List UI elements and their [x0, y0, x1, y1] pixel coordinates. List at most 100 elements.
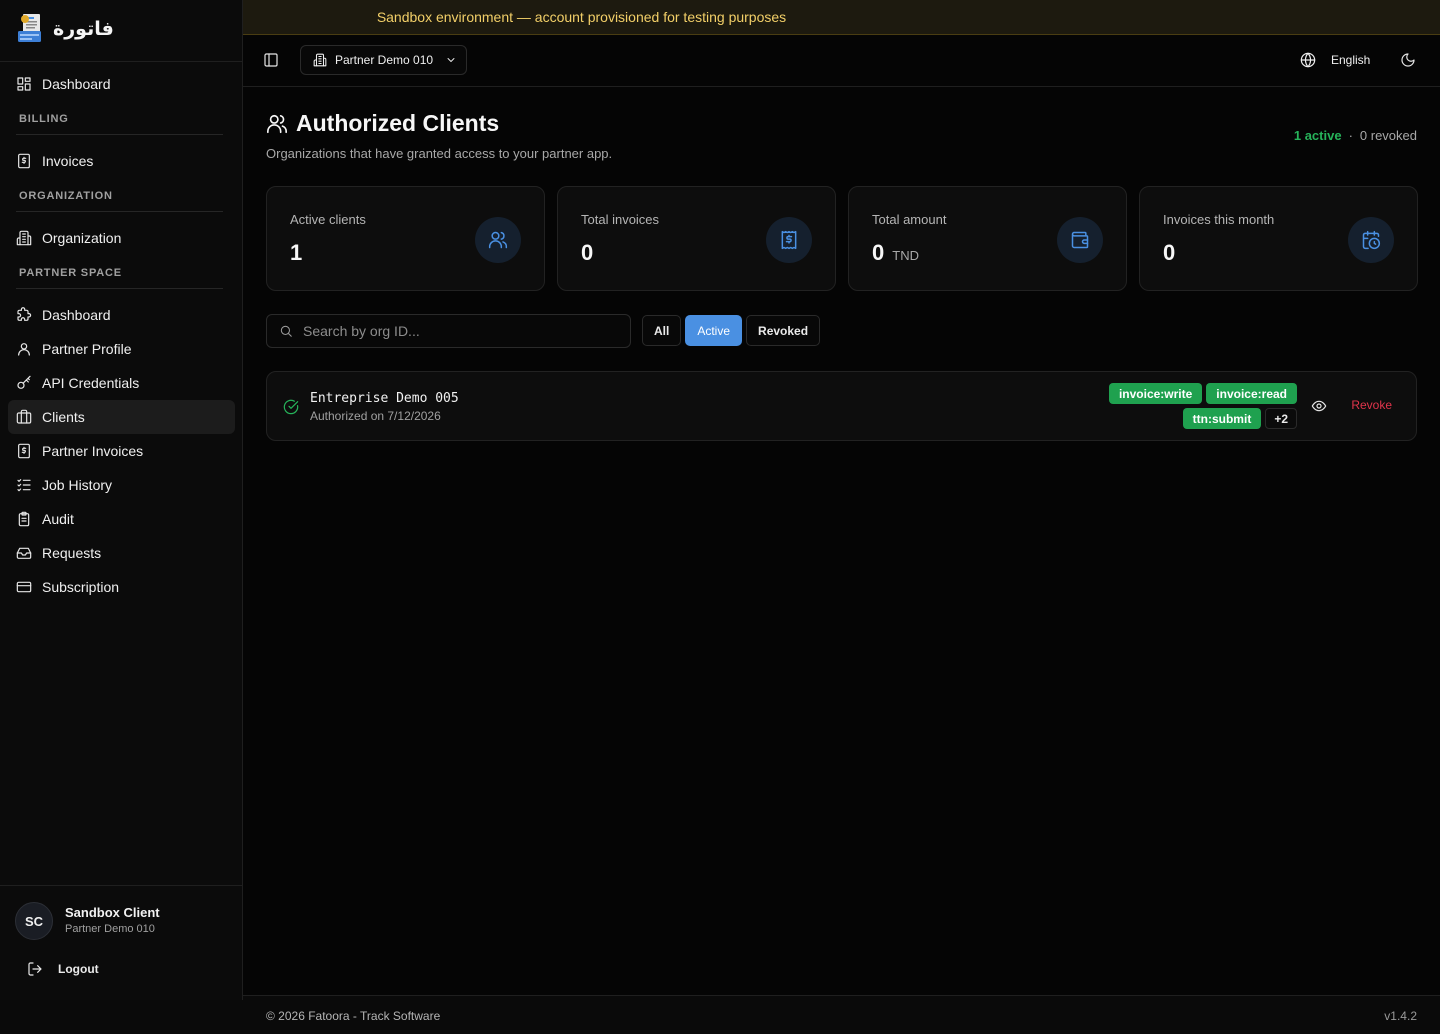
scope-tag: ttn:submit: [1182, 408, 1262, 429]
sidebar-section-partner-space: PARTNER SPACE: [8, 255, 235, 298]
sidebar-item-invoices[interactable]: Invoices: [8, 144, 235, 178]
page-subtitle: Organizations that have granted access t…: [266, 146, 613, 161]
sidebar-item-label: Dashboard: [42, 307, 111, 323]
stat-value: 0: [1163, 240, 1175, 266]
filter-active-button[interactable]: Active: [685, 315, 743, 346]
sandbox-banner-text: Sandbox environment — account provisione…: [376, 9, 787, 25]
filter-revoked-button[interactable]: Revoked: [746, 315, 821, 346]
sidebar-section-organization: ORGANIZATION: [8, 178, 235, 221]
users-icon: [488, 231, 508, 249]
user-org: Partner Demo 010: [65, 923, 155, 935]
stat-number: 0: [581, 240, 594, 265]
stats-row: Active clients 1 Total invoices 0 Total …: [266, 186, 1418, 291]
org-selector-value: Partner Demo 010: [335, 53, 434, 67]
user-icon: [18, 343, 30, 356]
building-icon: [313, 53, 327, 67]
eye-icon: [1311, 400, 1327, 412]
language-switcher[interactable]: English: [1300, 52, 1370, 68]
invoice-logo-icon: [18, 14, 41, 42]
user-panel: SC Sandbox Client Partner Demo 010 Logou…: [0, 885, 242, 1000]
stat-value: 0 TND: [872, 240, 919, 266]
check-circle-icon: [283, 399, 299, 415]
language-label: English: [1331, 53, 1371, 67]
logout-button[interactable]: Logout: [27, 961, 99, 977]
inbox-icon: [16, 547, 32, 559]
stat-number: 1: [290, 240, 303, 265]
stat-icon-badge: [1057, 217, 1103, 263]
filter-all-button[interactable]: All: [642, 315, 682, 346]
org-selector[interactable]: Partner Demo 010: [300, 45, 467, 75]
list-checks-icon: [17, 479, 31, 492]
invoice-icon: [18, 153, 30, 169]
stat-unit: TND: [892, 248, 919, 263]
dashboard-icon: [17, 77, 31, 91]
sidebar-item-label: Invoices: [42, 153, 94, 169]
footer-version: v1.4.2: [1384, 1009, 1417, 1023]
stat-card-total-amount: Total amount 0 TND: [848, 186, 1127, 291]
wallet-icon: [1071, 231, 1089, 249]
sidebar-item-api-credentials[interactable]: API Credentials: [8, 366, 235, 400]
sidebar-item-audit[interactable]: Audit: [8, 502, 235, 536]
sidebar-section-label: BILLING: [19, 113, 69, 125]
section-divider: [16, 211, 223, 212]
brand-logo[interactable]: فاتورة: [16, 13, 114, 45]
footer-copyright: © 2026 Fatoora - Track Software: [266, 1009, 441, 1023]
briefcase-icon: [16, 409, 32, 424]
client-summary: 1 active · 0 revoked: [1294, 128, 1417, 143]
moon-icon: [1401, 53, 1415, 67]
avatar[interactable]: SC: [15, 902, 53, 940]
panel-left-icon: [264, 53, 278, 67]
stat-icon-badge: [1348, 217, 1394, 263]
sidebar-nav: Dashboard BILLING Invoices ORGANIZATION …: [8, 67, 235, 604]
stat-icon-badge: [766, 217, 812, 263]
search-box: [266, 314, 631, 348]
client-authorized-date: Authorized on 7/12/2026: [310, 409, 441, 423]
stat-icon-badge: [475, 217, 521, 263]
sidebar-item-partner-profile[interactable]: Partner Profile: [8, 332, 235, 366]
users-icon: [267, 114, 287, 133]
revoke-button[interactable]: Revoke: [1351, 398, 1392, 412]
client-name: Entreprise Demo 005: [310, 391, 459, 406]
sidebar-footer-strip: [0, 1000, 243, 1034]
client-row[interactable]: Entreprise Demo 005 Authorized on 7/12/2…: [266, 371, 1417, 441]
sidebar-item-partner-dashboard[interactable]: Dashboard: [8, 298, 235, 332]
sidebar-item-partner-invoices[interactable]: Partner Invoices: [8, 434, 235, 468]
scope-tag: invoice:read: [1206, 383, 1297, 404]
logout-icon: [28, 962, 42, 976]
more-scopes-badge[interactable]: +2: [1265, 408, 1297, 429]
search-input[interactable]: [303, 323, 603, 339]
page-title-text: Authorized Clients: [296, 110, 500, 136]
logout-label: Logout: [58, 962, 99, 976]
section-divider: [16, 288, 223, 289]
sidebar-item-dashboard[interactable]: Dashboard: [8, 67, 235, 101]
sandbox-banner: Sandbox environment — account provisione…: [243, 0, 1440, 35]
view-client-button[interactable]: [1311, 398, 1327, 414]
sidebar-toggle-button[interactable]: [263, 52, 279, 68]
theme-toggle-button[interactable]: [1400, 52, 1416, 68]
sidebar-item-label: Partner Profile: [42, 341, 132, 357]
building-icon: [16, 230, 32, 246]
section-divider: [16, 134, 223, 135]
sidebar-item-clients[interactable]: Clients: [8, 400, 235, 434]
sidebar-item-job-history[interactable]: Job History: [8, 468, 235, 502]
sidebar-item-label: Partner Invoices: [42, 443, 144, 459]
summary-revoked-count: 0 revoked: [1359, 128, 1417, 143]
search-icon: [280, 325, 292, 337]
stat-number: 0: [872, 240, 885, 265]
sidebar-item-label: Clients: [42, 409, 85, 425]
sidebar-item-requests[interactable]: Requests: [8, 536, 235, 570]
credit-card-icon: [16, 581, 32, 593]
brand-name: فاتورة: [53, 18, 114, 40]
sidebar-item-label: API Credentials: [42, 375, 140, 391]
sidebar-item-organization[interactable]: Organization: [8, 221, 235, 255]
sidebar-item-subscription[interactable]: Subscription: [8, 570, 235, 604]
stat-card-total-invoices: Total invoices 0: [557, 186, 836, 291]
sidebar-item-label: Subscription: [42, 579, 120, 595]
sidebar-item-label: Job History: [42, 477, 113, 493]
stat-value: 1: [290, 240, 302, 266]
sidebar-section-label: ORGANIZATION: [19, 190, 113, 202]
scope-tag: invoice:write: [1108, 383, 1203, 404]
puzzle-icon: [17, 307, 32, 321]
stat-label: Total invoices: [581, 212, 660, 227]
sidebar-item-label: Organization: [42, 230, 122, 246]
